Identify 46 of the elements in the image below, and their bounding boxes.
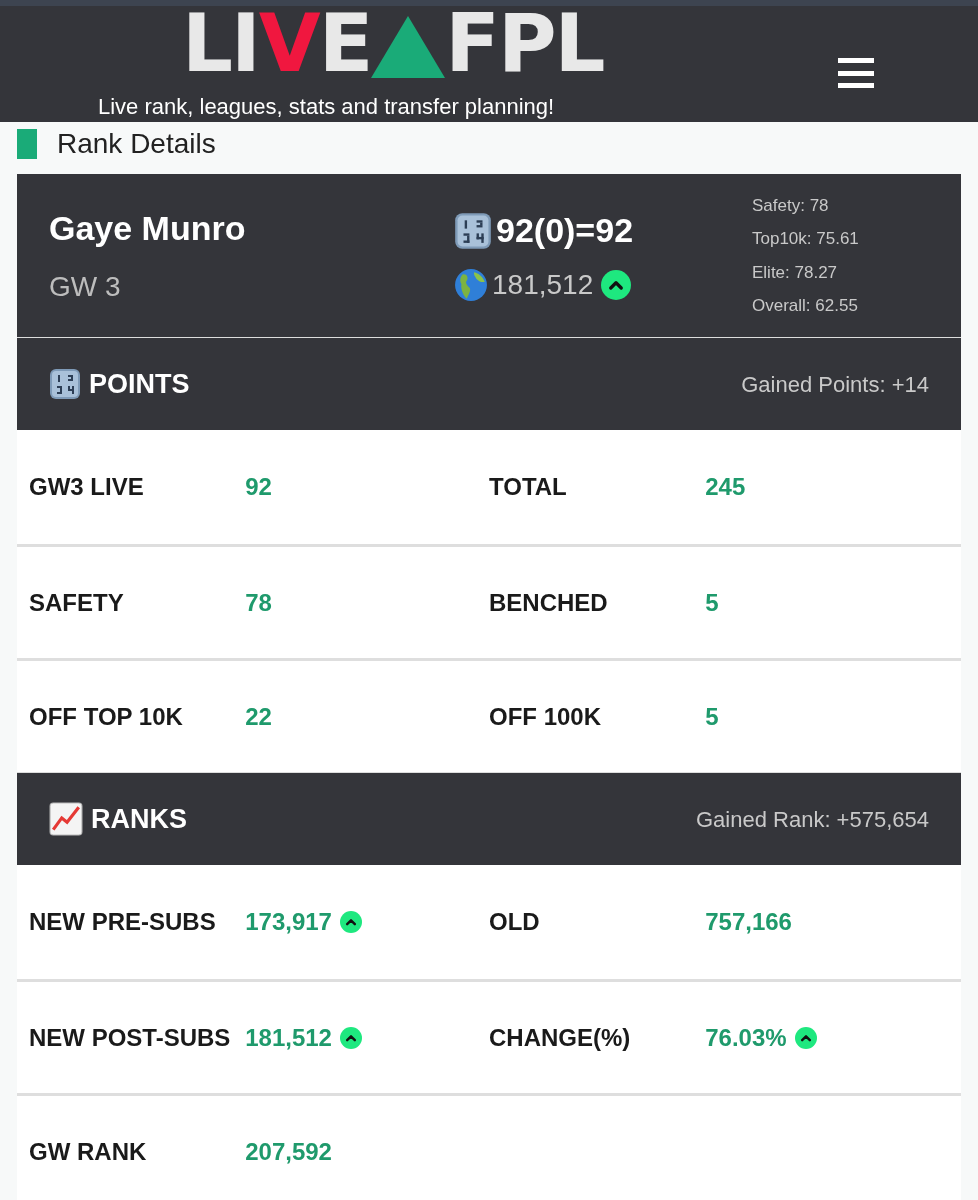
section-marker [17, 129, 37, 159]
logo-triangle-icon [371, 16, 446, 78]
stat-label: OLD [489, 907, 541, 937]
gained-text: Gained Rank: +575,654 [696, 805, 929, 834]
number-keypad-icon [49, 368, 81, 400]
stat-value: 245 [705, 472, 746, 502]
stat-label: OFF 100K [489, 701, 603, 732]
logo-letter: V [258, 8, 319, 80]
stat-value: 5 [705, 701, 719, 732]
menu-button[interactable] [838, 58, 874, 88]
stat-value: 22 [245, 701, 272, 732]
gameweek: GW 3 [49, 270, 122, 304]
manager-name: Gaye Munro [49, 208, 247, 249]
stat-label: GW RANK [29, 1136, 148, 1167]
stat-label: NEW PRE-SUBS [29, 907, 217, 937]
stat-value: 76.03% [705, 1022, 787, 1053]
stat-value: 173,917 [245, 907, 332, 937]
section-title: RANKS [91, 802, 187, 836]
average-text: Elite: 78.27 [752, 261, 839, 284]
number-keypad-icon [454, 211, 492, 250]
average-text: Overall: 62.55 [752, 295, 859, 317]
stat-label: TOTAL [489, 472, 568, 502]
stat-value: 757,166 [705, 907, 792, 937]
tagline: Live rank, leagues, stats and transfer planning! [98, 93, 555, 121]
average-text: Top10k: 75.61 [752, 228, 859, 250]
stat-value: 5 [705, 587, 719, 618]
stat-value: 78 [245, 587, 272, 618]
stat-label: NEW POST-SUBS [29, 1022, 232, 1053]
chart-increasing-icon [49, 802, 83, 836]
stat-label: CHANGE(%) [489, 1022, 632, 1053]
stat-label: BENCHED [489, 587, 609, 618]
section-title: POINTS [89, 367, 190, 401]
logo-letters: FPL [445, 8, 604, 80]
page-title: Rank Details [57, 128, 216, 160]
average-text: Safety: 78 [752, 194, 830, 217]
logo-letters: LI [182, 8, 259, 80]
stat-value: 92 [245, 472, 272, 502]
stat-label: SAFETY [29, 587, 125, 618]
stat-value: 207,592 [245, 1136, 332, 1167]
overall-rank: 181,512 [492, 268, 594, 302]
gained-text: Gained Points: +14 [741, 370, 929, 399]
stat-value: 181,512 [245, 1022, 332, 1053]
stat-label: OFF TOP 10K [29, 701, 184, 732]
globe-icon [454, 268, 488, 302]
score-text: 92(0)=92 [496, 210, 634, 251]
stat-label: GW3 LIVE [29, 472, 145, 502]
